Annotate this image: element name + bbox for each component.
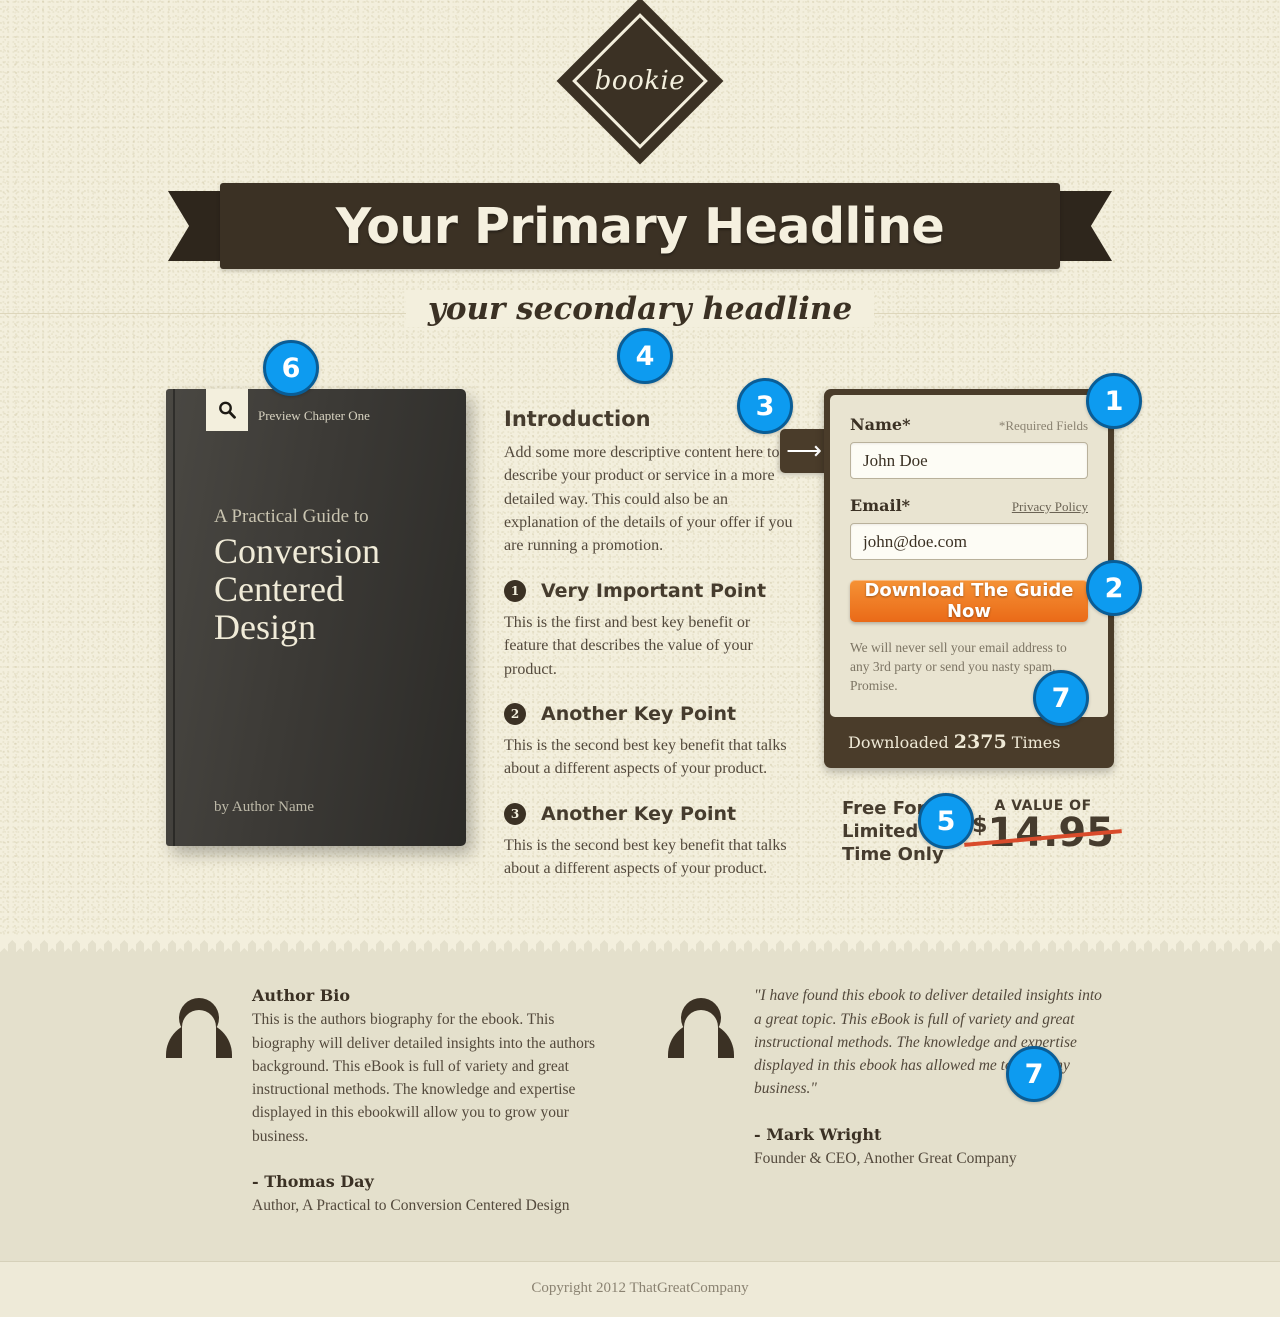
- value-amount: $14.95: [964, 813, 1122, 853]
- key-point-3-number: 3: [504, 802, 526, 825]
- arrow-right-icon: ⟶: [780, 429, 828, 473]
- author-bio-text: This is the authors biography for the eb…: [252, 1011, 596, 1145]
- avatar: [668, 992, 734, 1059]
- email-input[interactable]: [850, 523, 1088, 560]
- ribbon-body: Your Primary Headline: [220, 183, 1060, 269]
- copyright-text: Copyright 2012 ThatGreatCompany: [531, 1280, 749, 1297]
- download-count-value: 2375: [953, 731, 1007, 754]
- landing-page: bookie Your Primary Headline your second…: [0, 0, 1280, 1317]
- book-column: Preview Chapter One A Practical Guide to…: [166, 389, 466, 846]
- name-label: Name*: [850, 415, 911, 434]
- page-header: bookie Your Primary Headline your second…: [0, 0, 1280, 337]
- book-title: Conversion Centered Design: [214, 531, 380, 647]
- author-bio-body: Author Bio This is the authors biography…: [252, 984, 606, 1217]
- email-label: Email*: [850, 496, 911, 515]
- avatar: [166, 992, 232, 1059]
- testimonial-body: "I have found this ebook to deliver deta…: [754, 984, 1108, 1217]
- testimonial-name: - Mark Wright: [754, 1124, 882, 1144]
- social-proof-section: Author Bio This is the authors biography…: [0, 936, 1280, 1317]
- introduction-paragraph: Add some more descriptive content here t…: [504, 444, 793, 555]
- book-title-block: A Practical Guide to Conversion Centered…: [214, 506, 442, 646]
- privacy-policy-link[interactable]: Privacy Policy: [1012, 499, 1088, 515]
- annotation-badge-5[interactable]: 5: [918, 793, 974, 849]
- key-point-2-body: This is the second best key benefit that…: [504, 736, 787, 778]
- name-field-row: Name* *Required Fields: [850, 415, 1088, 434]
- footer: Copyright 2012 ThatGreatCompany: [0, 1261, 1280, 1317]
- page-title: Your Primary Headline: [335, 197, 945, 255]
- book-author: by Author Name: [214, 799, 314, 815]
- author-bio-heading: Author Bio: [252, 986, 351, 1006]
- zigzag-divider: [0, 936, 1280, 953]
- book-kicker: A Practical Guide to: [214, 506, 369, 527]
- signup-form-fields: Name* *Required Fields Email* Privacy Po…: [830, 395, 1108, 718]
- testimonial-role: Founder & CEO, Another Great Company: [754, 1149, 1017, 1167]
- key-point-3-body: This is the second best key benefit that…: [504, 836, 787, 877]
- annotation-badge-7-secondary[interactable]: 7: [1006, 1046, 1062, 1102]
- key-point-1-number: 1: [504, 579, 526, 602]
- required-fields-note: *Required Fields: [998, 418, 1088, 433]
- author-bio-name: - Thomas Day: [252, 1171, 374, 1191]
- name-input[interactable]: [850, 442, 1088, 479]
- key-point-1-title: Very Important Point: [541, 579, 767, 602]
- key-point-1-body: This is the first and best key benefit o…: [504, 613, 753, 678]
- annotation-badge-7[interactable]: 7: [1033, 670, 1089, 726]
- annotation-badge-2[interactable]: 2: [1086, 560, 1142, 616]
- copy-column: Introduction Add some more descriptive c…: [504, 389, 794, 880]
- form-column: ⟶ Name* *Required Fields Email* Privacy …: [780, 389, 1122, 866]
- key-point-3-title: Another Key Point: [541, 802, 737, 825]
- author-bio-role: Author, A Practical to Conversion Center…: [252, 1196, 570, 1214]
- key-point-2-number: 2: [504, 702, 526, 725]
- ebook-cover[interactable]: Preview Chapter One A Practical Guide to…: [166, 389, 466, 846]
- key-point-2-title: Another Key Point: [541, 702, 737, 725]
- annotation-badge-3[interactable]: 3: [737, 378, 793, 434]
- secondary-headline: your secondary headline: [405, 291, 875, 327]
- key-point-2: 2 Another Key Point: [504, 702, 794, 725]
- main-content: Preview Chapter One A Practical Guide to…: [0, 389, 1280, 880]
- value-block: A VALUE OF $14.95: [964, 798, 1122, 853]
- download-count-suffix: Times: [1006, 733, 1061, 753]
- annotation-badge-6[interactable]: 6: [263, 340, 319, 396]
- headline-ribbon: Your Primary Headline: [168, 183, 1112, 269]
- email-field-row: Email* Privacy Policy: [850, 496, 1088, 515]
- author-bio-block: Author Bio This is the authors biography…: [166, 984, 606, 1217]
- brand-logo-text: bookie: [594, 66, 686, 96]
- search-icon[interactable]: [206, 389, 248, 431]
- brand-logo[interactable]: bookie: [556, 0, 724, 165]
- download-count-prefix: Downloaded: [848, 733, 954, 753]
- download-guide-button[interactable]: Download The Guide Now: [850, 580, 1088, 622]
- key-point-3: 3 Another Key Point: [504, 802, 794, 825]
- annotation-badge-4[interactable]: 4: [617, 328, 673, 384]
- testimonials-row: Author Bio This is the authors biography…: [0, 984, 1280, 1217]
- preview-chapter-label: Preview Chapter One: [258, 408, 370, 423]
- annotation-badge-1[interactable]: 1: [1086, 373, 1142, 429]
- currency-symbol: $: [972, 813, 988, 839]
- key-point-1: 1 Very Important Point: [504, 579, 794, 602]
